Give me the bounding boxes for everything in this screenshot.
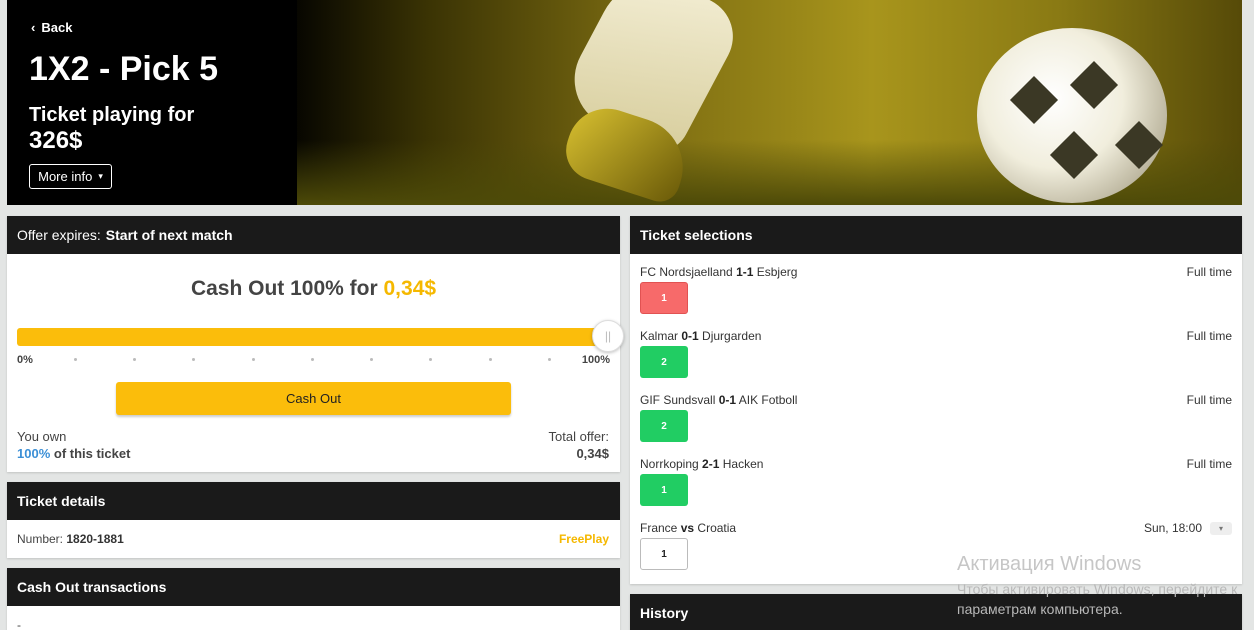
windows-activation-line1: Чтобы активировать Windows, перейдите к xyxy=(957,581,1238,597)
ticket-selections-panel: Ticket selections FC Nordsjaelland 1-1 E… xyxy=(630,216,1242,584)
ticket-details-header: Ticket details xyxy=(7,482,620,520)
cashout-transactions-header: Cash Out transactions xyxy=(7,568,620,606)
slider-tick xyxy=(370,358,373,361)
more-info-label: More info xyxy=(38,169,93,184)
selection-row: GIF Sundsvall 0-1 AIK Fotboll Full time … xyxy=(640,393,1232,453)
match-time: Full time xyxy=(1187,457,1232,471)
selection-row: FC Nordsjaelland 1-1 Esbjerg Full time 1 xyxy=(640,265,1232,325)
match-score: vs xyxy=(680,521,695,535)
own-percent: 100% xyxy=(17,446,51,461)
chevron-down-icon[interactable]: ▾ xyxy=(1210,521,1232,535)
more-info-button[interactable]: More info ▾ xyxy=(29,164,112,189)
cashout-panel: Offer expires: Start of next match Cash … xyxy=(7,216,624,472)
selection-row: France vs Croatia Sun, 18:00 ▾ 1 xyxy=(640,521,1232,581)
windows-activation-line2: параметрам компьютера. xyxy=(957,601,1123,617)
away-team: AIK Fotboll xyxy=(738,393,798,407)
away-team: Esbjerg xyxy=(756,265,798,279)
windows-activation-text: Чтобы активировать Windows, перейдите к … xyxy=(957,579,1254,619)
back-button[interactable]: ‹ Back xyxy=(31,20,72,35)
pick-badge-won: 2 xyxy=(640,410,688,442)
slider-tick xyxy=(133,358,136,361)
slider-tick xyxy=(489,358,492,361)
home-team: Kalmar xyxy=(640,329,679,343)
ticket-selections-header: Ticket selections xyxy=(630,216,1242,254)
slider-tick xyxy=(548,358,551,361)
match-time: Full time xyxy=(1187,329,1232,343)
cashout-slider-track[interactable] xyxy=(17,328,602,346)
match-time-label: Full time xyxy=(1186,457,1232,471)
offer-expires-value: Start of next match xyxy=(105,227,233,243)
hero-banner: ‹ Back 1X2 - Pick 5 Ticket playing for 3… xyxy=(7,0,1242,205)
match-time: Full time xyxy=(1187,265,1232,279)
match-score: 1-1 xyxy=(736,265,754,279)
selection-match: Kalmar 0-1 Djurgarden xyxy=(640,329,761,343)
transactions-empty: - xyxy=(17,618,21,630)
match-time-label: Sun, 18:00 xyxy=(1143,521,1202,535)
home-team: GIF Sundsvall xyxy=(640,393,716,407)
match-score: 2-1 xyxy=(702,457,720,471)
own-value: 100% of this ticket xyxy=(17,446,130,461)
ticket-subtitle: Ticket playing for xyxy=(29,104,195,126)
away-team: Djurgarden xyxy=(702,329,762,343)
ticket-number-row: Number: 1820-1881 FreePlay xyxy=(17,532,609,546)
selection-row: Kalmar 0-1 Djurgarden Full time 2 xyxy=(640,329,1232,389)
pick-badge-won: 2 xyxy=(640,346,688,378)
slider-tick xyxy=(74,358,77,361)
match-score: 0-1 xyxy=(681,329,699,343)
pick-badge-won: 1 xyxy=(640,474,688,506)
total-offer-value: 0,34$ xyxy=(576,446,609,461)
match-time-label: Full time xyxy=(1186,329,1232,343)
offer-expires-label: Offer expires: xyxy=(17,227,101,243)
slider-tick xyxy=(311,358,314,361)
slider-min-label: 0% xyxy=(17,354,33,366)
away-team: Croatia xyxy=(697,521,737,535)
own-suffix: of this ticket xyxy=(53,446,131,461)
match-time: Sun, 18:00 ▾ xyxy=(1144,521,1232,535)
pick-badge-lost: 1 xyxy=(640,282,688,314)
slider-tick xyxy=(192,358,195,361)
freeplay-badge: FreePlay xyxy=(558,532,609,546)
chevron-down-icon: ▾ xyxy=(98,171,103,181)
slider-max-label: 100% xyxy=(581,354,610,366)
hero-football xyxy=(977,28,1167,203)
total-offer-label: Total offer: xyxy=(548,429,609,444)
ticket-amount: 326$ xyxy=(29,127,83,154)
pick-badge-open: 1 xyxy=(640,538,688,570)
match-score: 0-1 xyxy=(718,393,737,407)
home-team: France xyxy=(640,521,678,535)
page-title: 1X2 - Pick 5 xyxy=(29,50,219,88)
match-time-label: Full time xyxy=(1186,265,1232,279)
back-label: Back xyxy=(41,20,73,35)
selection-match: FC Nordsjaelland 1-1 Esbjerg xyxy=(640,265,797,279)
cashout-transactions-panel: Cash Out transactions - xyxy=(7,568,620,630)
ticket-number-label: Number: xyxy=(17,532,64,546)
selection-match: France vs Croatia xyxy=(640,521,736,535)
cashout-title-amount: 0,34$ xyxy=(383,277,437,300)
selection-row: Norrkoping 2-1 Hacken Full time 1 xyxy=(640,457,1232,517)
cashout-title: Cash Out 100% for 0,34$ xyxy=(7,277,620,301)
ticket-number-value: 1820-1881 xyxy=(66,532,124,546)
slider-tick xyxy=(429,358,432,361)
slider-tick xyxy=(252,358,255,361)
cashout-panel-header: Offer expires: Start of next match xyxy=(7,216,620,254)
ticket-details-panel: Ticket details Number: 1820-1881 FreePla… xyxy=(7,482,620,558)
cashout-slider-handle[interactable]: || xyxy=(592,320,624,352)
selection-match: GIF Sundsvall 0-1 AIK Fotboll xyxy=(640,393,797,407)
match-time: Full time xyxy=(1187,393,1232,407)
cashout-title-prefix: Cash Out 100% for xyxy=(190,277,378,300)
away-team: Hacken xyxy=(722,457,764,471)
cashout-button[interactable]: Cash Out xyxy=(116,382,511,415)
own-label: You own xyxy=(17,429,67,444)
chevron-left-icon: ‹ xyxy=(31,20,36,35)
home-team: Norrkoping xyxy=(640,457,699,471)
windows-activation-title: Активация Windows xyxy=(957,553,1142,575)
match-time-label: Full time xyxy=(1186,393,1232,407)
home-team: FC Nordsjaelland xyxy=(640,265,733,279)
selection-match: Norrkoping 2-1 Hacken xyxy=(640,457,763,471)
